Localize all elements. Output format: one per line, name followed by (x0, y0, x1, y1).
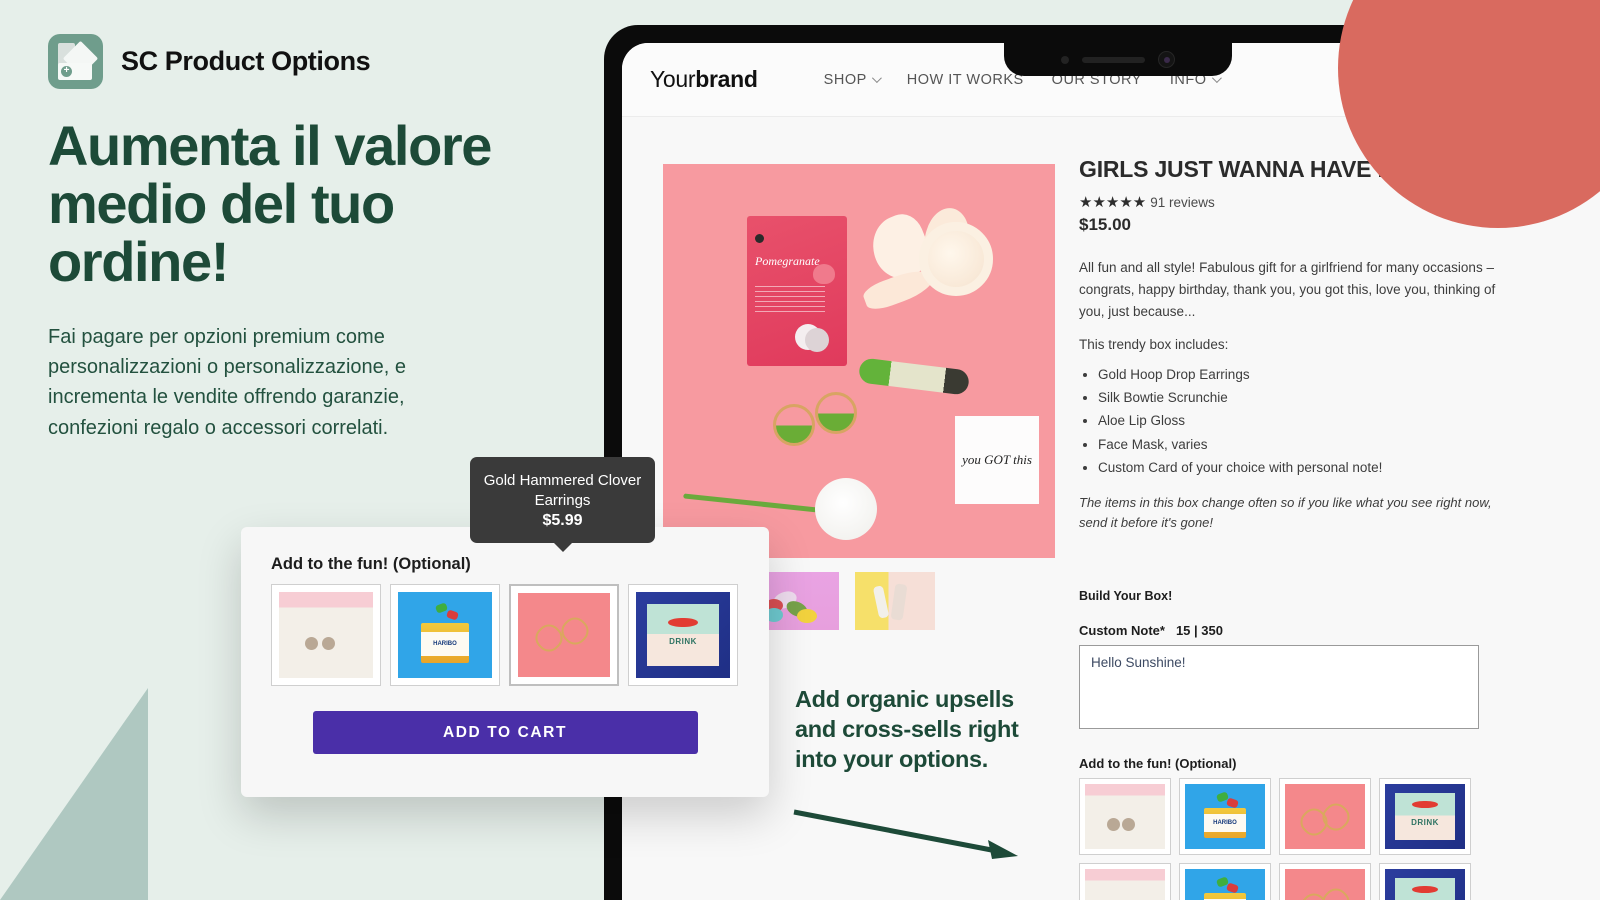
site-logo-first: Your (650, 66, 696, 92)
nav-label: SHOP (823, 71, 867, 88)
option-swatch-sodalicious-free-drink-card-2[interactable]: DRINK (1379, 863, 1471, 900)
option-tooltip: Gold Hammered Clover Earrings $5.99 (470, 457, 655, 552)
microphone-icon (1061, 55, 1069, 64)
option-swatch-haribo-goldbears-2[interactable]: HARIBO (1179, 863, 1271, 900)
nav-item-shop[interactable]: SHOP (823, 71, 882, 88)
product-gallery: Pomegranate you GOT this (663, 164, 1055, 558)
product-info-column: GIRLS JUST WANNA HAVE FUN BOX ★★★★★ 91 r… (1079, 155, 1499, 900)
app-name: SC Product Options (121, 46, 371, 76)
custom-note-input[interactable] (1079, 645, 1479, 730)
list-item: Aloe Lip Gloss (1098, 409, 1499, 432)
gallery-thumbnail[interactable] (855, 572, 935, 630)
option-swatch-druzy-stud-earrings[interactable] (1079, 778, 1171, 856)
product-includes-list: Gold Hoop Drop Earrings Silk Bowtie Scru… (1079, 363, 1499, 479)
front-camera-icon (1158, 51, 1175, 68)
list-item: Gold Hoop Drop Earrings (1098, 363, 1499, 386)
nav-label: HOW IT WORKS (906, 71, 1024, 88)
hero-hoop-earring-left (773, 404, 815, 446)
product-description: All fun and all style! Fabulous gift for… (1079, 260, 1496, 320)
build-your-box-label: Build Your Box! (1079, 589, 1173, 604)
hero-flower-stem (683, 493, 828, 514)
custom-note-label: Custom Note* 15 | 350 (1079, 623, 1499, 638)
floating-card-swatch-grid: HARIBO DRINK (271, 584, 739, 686)
promo-column: + SC Product Options Aumenta il valore m… (48, 34, 518, 443)
annotation-text: Add organic upsells and cross-sells righ… (795, 686, 1019, 773)
hero-pom-pom (815, 478, 877, 540)
nav-item-how-it-works[interactable]: HOW IT WORKS (907, 72, 1024, 88)
site-logo-bold: brand (695, 66, 758, 92)
thumb-party-flatlay (855, 572, 935, 630)
promo-body: Fai pagare per opzioni premium come pers… (48, 325, 406, 439)
add-to-the-fun-label: Add to the fun! (Optional) (1079, 756, 1237, 772)
option-swatch-haribo-goldbears[interactable]: HARIBO (1179, 778, 1271, 856)
hero-greeting-card: you GOT this (955, 416, 1039, 504)
floating-swatch-sodalicious-free-drink-card[interactable]: DRINK (628, 584, 738, 686)
custom-note-char-count: 15 | 350 (1175, 623, 1223, 639)
option-swatch-grid: HARIBO DRINK HARIBO DRINK (1079, 778, 1499, 900)
product-hero-image[interactable]: Pomegranate you GOT this (663, 164, 1055, 558)
product-italic-note: The items in this box change often so if… (1079, 495, 1492, 531)
page-root: + SC Product Options Aumenta il valore m… (0, 0, 1600, 900)
option-swatch-druzy-stud-earrings-2[interactable] (1079, 863, 1171, 900)
option-swatch-gold-hammered-clover-earrings-2[interactable] (1279, 863, 1371, 900)
site-logo[interactable]: Yourbrand (650, 66, 758, 93)
floating-option-card: Add to the fun! (Optional) HARIBO DRINK … (241, 527, 769, 797)
gallery-thumbnail[interactable] (759, 572, 839, 630)
review-count[interactable]: 91 reviews (1150, 195, 1215, 210)
image-plus-icon: + (48, 34, 103, 89)
product-price: $15.00 (1079, 215, 1131, 235)
floating-card-label: Add to the fun! (Optional) (271, 555, 471, 573)
speaker-grille-icon (1082, 56, 1145, 63)
hero-scrunchie (919, 222, 993, 296)
thumb-bunny-scrunchies (759, 572, 839, 630)
option-swatch-gold-hammered-clover-earrings[interactable] (1279, 778, 1371, 856)
arrow-right-icon (793, 809, 1018, 859)
list-item: Custom Card of your choice with personal… (1098, 456, 1499, 479)
list-item: Silk Bowtie Scrunchie (1098, 386, 1499, 409)
tooltip-option-price: $5.99 (542, 512, 583, 529)
app-brand-row: + SC Product Options (48, 34, 518, 89)
custom-note-label-text: Custom Note* (1079, 623, 1165, 639)
tooltip-arrow (552, 542, 573, 552)
star-rating-icon: ★★★★★ (1079, 194, 1147, 212)
product-includes-label: This trendy box includes: (1079, 337, 1229, 353)
hero-hoop-earring-right (815, 392, 857, 434)
tooltip-option-name: Gold Hammered Clover Earrings (483, 472, 642, 509)
chevron-down-icon (871, 73, 882, 84)
floating-swatch-druzy-stud-earrings[interactable] (271, 584, 381, 686)
hero-face-mask-packet: Pomegranate (747, 216, 847, 366)
floating-swatch-haribo-goldbears[interactable]: HARIBO (390, 584, 500, 686)
option-swatch-sodalicious-free-drink-card[interactable]: DRINK (1379, 778, 1471, 856)
promo-headline: Aumenta il valore medio del tuo ordine! (48, 114, 492, 294)
floating-swatch-gold-hammered-clover-earrings[interactable] (509, 584, 619, 686)
decorative-triangle (0, 688, 148, 900)
device-notch (1004, 43, 1232, 76)
add-to-cart-button[interactable]: ADD TO CART (312, 711, 698, 754)
hero-mask-label: Pomegranate (755, 254, 820, 268)
hero-lip-gloss (857, 357, 971, 396)
list-item: Face Mask, varies (1098, 433, 1499, 456)
